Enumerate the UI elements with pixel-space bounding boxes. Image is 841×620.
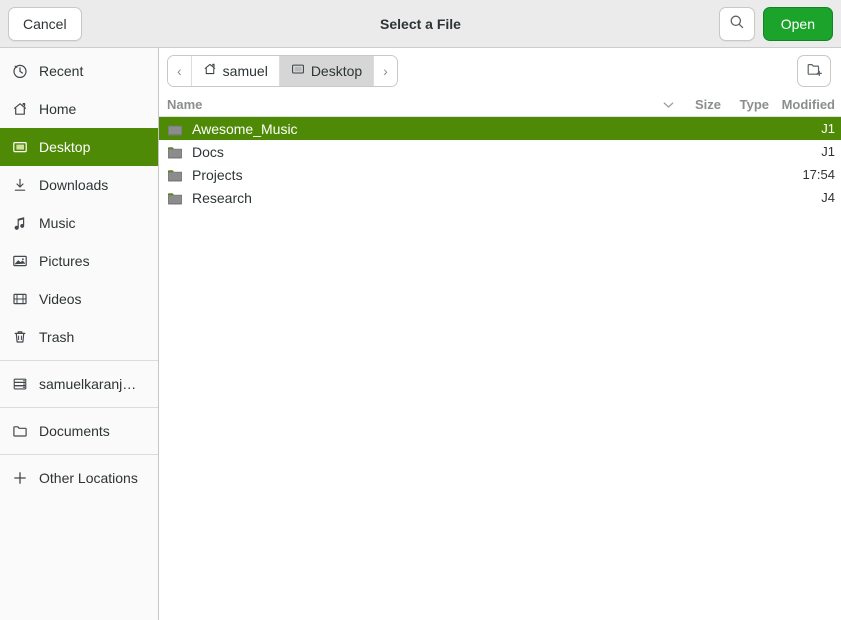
new-folder-icon — [806, 61, 823, 81]
sidebar-item-label: Downloads — [39, 177, 108, 193]
drive-icon — [11, 376, 28, 393]
new-folder-button[interactable] — [797, 55, 831, 87]
file-modified-cell: J1 — [773, 144, 841, 159]
download-icon — [11, 177, 28, 194]
film-icon — [11, 291, 28, 308]
sidebar-item-label: Home — [39, 101, 76, 117]
dialog-body: Recent Home — [0, 48, 841, 620]
home-icon — [11, 101, 28, 118]
clock-icon — [11, 63, 28, 80]
places-sidebar[interactable]: Recent Home — [0, 48, 159, 620]
file-list-header: Name Size Type Modified — [159, 93, 841, 117]
breadcrumb: ‹ samuel — [167, 55, 398, 87]
breadcrumb-item-samuel[interactable]: samuel — [192, 56, 280, 86]
sidebar-separator — [0, 360, 158, 361]
desktop-icon — [291, 62, 305, 79]
sidebar-item-videos[interactable]: Videos — [0, 280, 158, 318]
sidebar-item-label: Trash — [39, 329, 74, 345]
sort-indicator[interactable] — [655, 101, 681, 109]
cancel-button-label: Cancel — [23, 16, 67, 32]
breadcrumb-forward-button[interactable]: › — [374, 56, 397, 86]
column-header-size-label: Size — [695, 97, 721, 112]
table-row[interactable]: Awesome_Music J1 — [159, 117, 841, 140]
file-chooser-dialog: Cancel Select a File Open — [0, 0, 841, 620]
sidebar-item-downloads[interactable]: Downloads — [0, 166, 158, 204]
search-icon — [729, 14, 745, 33]
file-name-cell: Projects — [167, 167, 655, 183]
file-list[interactable]: Awesome_Music J1 — [159, 117, 841, 620]
folder-icon — [167, 122, 183, 136]
breadcrumb-item-desktop[interactable]: Desktop — [280, 56, 374, 86]
sidebar-item-label: Videos — [39, 291, 82, 307]
file-name-label: Awesome_Music — [192, 121, 298, 137]
sidebar-item-trash[interactable]: Trash — [0, 318, 158, 356]
sidebar-separator — [0, 407, 158, 408]
file-modified-cell: 17:54 — [773, 167, 841, 182]
chevron-right-icon: › — [383, 63, 388, 79]
open-button[interactable]: Open — [763, 7, 833, 41]
desktop-icon — [11, 139, 28, 156]
plus-icon — [11, 470, 28, 487]
table-row[interactable]: Research J4 — [159, 186, 841, 209]
file-browser: ‹ samuel — [159, 48, 841, 620]
file-modified-cell: J4 — [773, 190, 841, 205]
folder-icon — [167, 191, 183, 205]
chevron-left-icon: ‹ — [177, 63, 182, 79]
sidebar-item-label: Pictures — [39, 253, 90, 269]
file-name-label: Docs — [192, 144, 224, 160]
sidebar-item-desktop[interactable]: Desktop — [0, 128, 158, 166]
breadcrumb-item-label: samuel — [223, 63, 268, 79]
home-icon — [203, 62, 217, 79]
folder-icon — [11, 423, 28, 440]
column-header-size[interactable]: Size — [681, 97, 725, 112]
column-header-name-label: Name — [167, 97, 202, 112]
sidebar-item-documents[interactable]: Documents — [0, 412, 158, 450]
file-name-label: Projects — [192, 167, 243, 183]
open-button-label: Open — [781, 16, 815, 32]
file-name-cell: Research — [167, 190, 655, 206]
column-header-name[interactable]: Name — [167, 97, 655, 112]
header-actions: Open — [719, 7, 833, 41]
sidebar-item-home[interactable]: Home — [0, 90, 158, 128]
sidebar-item-pictures[interactable]: Pictures — [0, 242, 158, 280]
column-header-type-label: Type — [740, 97, 769, 112]
file-name-label: Research — [192, 190, 252, 206]
table-row[interactable]: Projects 17:54 — [159, 163, 841, 186]
file-name-cell: Docs — [167, 144, 655, 160]
breadcrumb-item-label: Desktop — [311, 63, 362, 79]
table-row[interactable]: Docs J1 — [159, 140, 841, 163]
column-header-modified[interactable]: Modified — [773, 97, 841, 112]
sidebar-item-label: Desktop — [39, 139, 90, 155]
cancel-button[interactable]: Cancel — [8, 7, 82, 41]
column-header-modified-label: Modified — [782, 97, 835, 112]
sidebar-item-recent[interactable]: Recent — [0, 52, 158, 90]
sidebar-item-label: Documents — [39, 423, 110, 439]
sidebar-item-label: Music — [39, 215, 76, 231]
sidebar-item-label: Other Locations — [39, 470, 138, 486]
folder-icon — [167, 168, 183, 182]
dialog-title: Select a File — [0, 0, 841, 47]
picture-icon — [11, 253, 28, 270]
file-modified-cell: J1 — [773, 121, 841, 136]
music-note-icon — [11, 215, 28, 232]
path-bar-row: ‹ samuel — [159, 48, 841, 93]
sidebar-item-label: samuelkaranj… — [39, 376, 136, 392]
sidebar-separator — [0, 454, 158, 455]
sidebar-item-music[interactable]: Music — [0, 204, 158, 242]
sidebar-item-label: Recent — [39, 63, 83, 79]
sidebar-item-device[interactable]: samuelkaranj… — [0, 365, 158, 403]
column-header-type[interactable]: Type — [725, 97, 773, 112]
sidebar-item-other-locations[interactable]: Other Locations — [0, 459, 158, 497]
file-name-cell: Awesome_Music — [167, 121, 655, 137]
search-button[interactable] — [719, 7, 755, 41]
header-bar: Cancel Select a File Open — [0, 0, 841, 48]
breadcrumb-back-button[interactable]: ‹ — [168, 56, 192, 86]
folder-icon — [167, 145, 183, 159]
trash-icon — [11, 329, 28, 346]
